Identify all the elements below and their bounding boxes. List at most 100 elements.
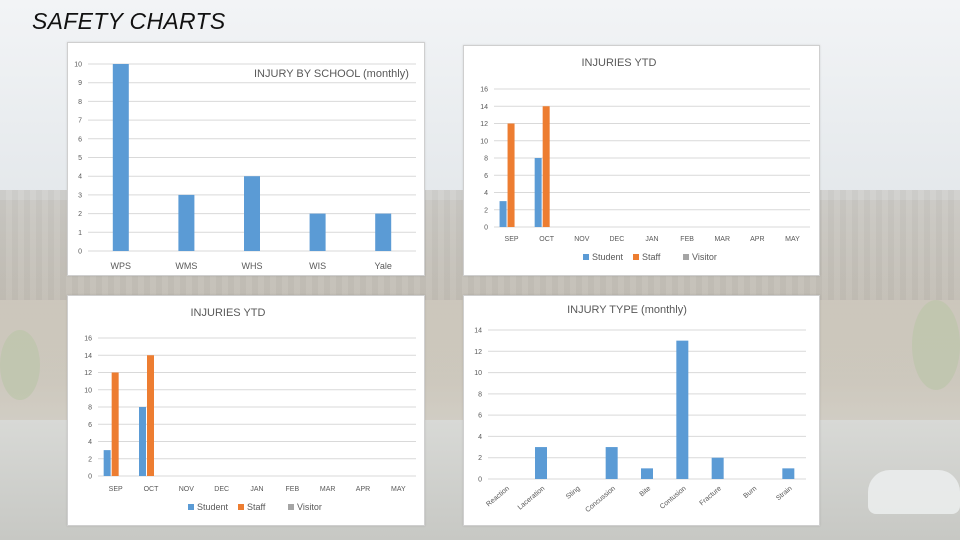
bar-concussion xyxy=(605,447,618,479)
x-category-label: WIS xyxy=(309,261,326,271)
x-category-label: FEB xyxy=(286,486,300,493)
x-category-label: NOV xyxy=(179,486,195,493)
legend-swatch-student xyxy=(583,254,589,260)
y-tick-label: 8 xyxy=(78,99,82,106)
chart-panel-injury-by-school: INJURY BY SCHOOL (monthly) 0 1 2 3 4 5 6 7 8 9 10 WP… xyxy=(67,42,425,276)
chart-title: INJURIES YTD xyxy=(191,307,266,319)
chart-panel-injuries-ytd-top: INJURIES YTD 0 2 4 6 8 10 12 14 16 SEP OCT NOV DEC JAN… xyxy=(463,45,820,276)
x-category-label: DEC xyxy=(609,236,624,243)
background-tree xyxy=(912,300,960,390)
y-tick-label: 4 xyxy=(478,434,482,441)
chart-panel-injuries-ytd-bottom: INJURIES YTD 0 2 4 6 8 10 12 14 16 SEP OCT NOV DEC JAN… xyxy=(67,295,425,526)
y-tick-label: 12 xyxy=(84,370,92,377)
legend-swatch-visitor xyxy=(288,504,294,510)
bar-staff-sep xyxy=(507,123,515,227)
legend-label-visitor: Visitor xyxy=(692,252,717,262)
x-category-label: WMS xyxy=(175,261,197,271)
x-category-label: WPS xyxy=(111,261,132,271)
y-tick-label: 9 xyxy=(78,80,82,87)
bar-wps xyxy=(112,64,129,251)
x-category-label: OCT xyxy=(539,236,555,243)
bar-whs xyxy=(244,176,260,251)
x-category-label: MAR xyxy=(320,486,336,493)
x-category-label: JAN xyxy=(645,236,658,243)
y-tick-label: 4 xyxy=(88,439,92,446)
bar-staff-oct xyxy=(147,355,154,476)
x-category-label: SEP xyxy=(109,486,123,493)
legend-swatch-visitor xyxy=(683,254,689,260)
legend-swatch-staff xyxy=(633,254,639,260)
bar-student-oct xyxy=(534,158,542,227)
chart-injuries-ytd-top: INJURIES YTD 0 2 4 6 8 10 12 14 16 SEP OCT NOV DEC JAN… xyxy=(480,57,810,262)
x-category-label: Strain xyxy=(775,485,794,502)
y-tick-label: 6 xyxy=(88,422,92,429)
y-tick-label: 14 xyxy=(480,104,488,111)
x-category-label: MAY xyxy=(391,486,406,493)
legend-swatch-staff xyxy=(238,504,244,510)
x-category-label: Sting xyxy=(565,485,582,501)
y-tick-label: 1 xyxy=(78,230,82,237)
x-category-label: Burn xyxy=(742,485,758,500)
x-category-label: Bite xyxy=(639,485,653,498)
y-tick-label: 10 xyxy=(74,62,82,69)
bar-fracture xyxy=(711,457,724,479)
x-category-label: WHS xyxy=(242,261,263,271)
chart-injuries-ytd-bottom: INJURIES YTD 0 2 4 6 8 10 12 14 16 SEP OCT NOV DEC JAN… xyxy=(84,307,416,512)
x-category-label: MAY xyxy=(785,236,800,243)
x-category-label: Yale xyxy=(375,261,392,271)
bar-student-oct xyxy=(139,407,146,476)
y-tick-label: 7 xyxy=(78,118,82,125)
x-category-label: OCT xyxy=(144,486,160,493)
y-tick-label: 10 xyxy=(84,387,92,394)
y-tick-label: 2 xyxy=(484,207,488,214)
y-tick-label: 8 xyxy=(484,156,488,163)
x-category-label: MAR xyxy=(714,236,730,243)
y-tick-label: 2 xyxy=(88,456,92,463)
chart-title: INJURY BY SCHOOL (monthly) xyxy=(254,68,409,80)
y-tick-label: 6 xyxy=(78,136,82,143)
y-tick-label: 4 xyxy=(484,190,488,197)
y-tick-label: 16 xyxy=(480,87,488,94)
y-tick-label: 6 xyxy=(478,413,482,420)
bar-wis xyxy=(309,213,326,251)
y-tick-label: 2 xyxy=(478,455,482,462)
x-category-label: Laceration xyxy=(517,485,547,511)
slide-title: SAFETY CHARTS xyxy=(32,8,226,34)
legend-label-student: Student xyxy=(197,502,229,512)
background-tree xyxy=(0,330,40,400)
y-tick-label: 6 xyxy=(484,173,488,180)
bar-staff-sep xyxy=(111,372,119,476)
x-category-label: Contusion xyxy=(659,485,688,511)
y-tick-label: 3 xyxy=(78,192,82,199)
legend-label-visitor: Visitor xyxy=(297,502,322,512)
chart-panel-injury-type: INJURY TYPE (monthly) 0 2 4 6 8 10 12 14 Reaction… xyxy=(463,295,820,526)
y-tick-label: 4 xyxy=(78,174,82,181)
y-tick-label: 8 xyxy=(478,391,482,398)
y-tick-label: 16 xyxy=(84,336,92,343)
y-tick-label: 14 xyxy=(84,353,92,360)
bar-staff-oct xyxy=(542,106,550,227)
y-tick-label: 5 xyxy=(78,155,82,162)
y-tick-label: 2 xyxy=(78,211,82,218)
y-tick-label: 10 xyxy=(474,370,482,377)
y-tick-label: 0 xyxy=(478,477,482,484)
bar-student-sep xyxy=(499,201,507,227)
x-category-label: Concussion xyxy=(584,485,617,514)
y-tick-label: 12 xyxy=(480,121,488,128)
y-tick-label: 0 xyxy=(484,225,488,232)
chart-title: INJURIES YTD xyxy=(582,57,657,69)
bar-strain xyxy=(782,468,795,479)
bar-wms xyxy=(178,194,195,251)
y-tick-label: 8 xyxy=(88,405,92,412)
y-tick-label: 0 xyxy=(78,249,82,256)
chart-title: INJURY TYPE (monthly) xyxy=(567,304,687,316)
x-category-label: APR xyxy=(356,486,370,493)
x-category-label: Fracture xyxy=(698,485,723,507)
y-tick-label: 10 xyxy=(480,138,488,145)
chart-injury-type: INJURY TYPE (monthly) 0 2 4 6 8 10 12 14 Reaction… xyxy=(474,304,806,514)
x-category-label: DEC xyxy=(214,486,229,493)
x-category-label: Reaction xyxy=(485,485,511,508)
x-category-label: FEB xyxy=(680,236,694,243)
x-category-label: SEP xyxy=(505,236,519,243)
bar-student-sep xyxy=(103,450,111,476)
